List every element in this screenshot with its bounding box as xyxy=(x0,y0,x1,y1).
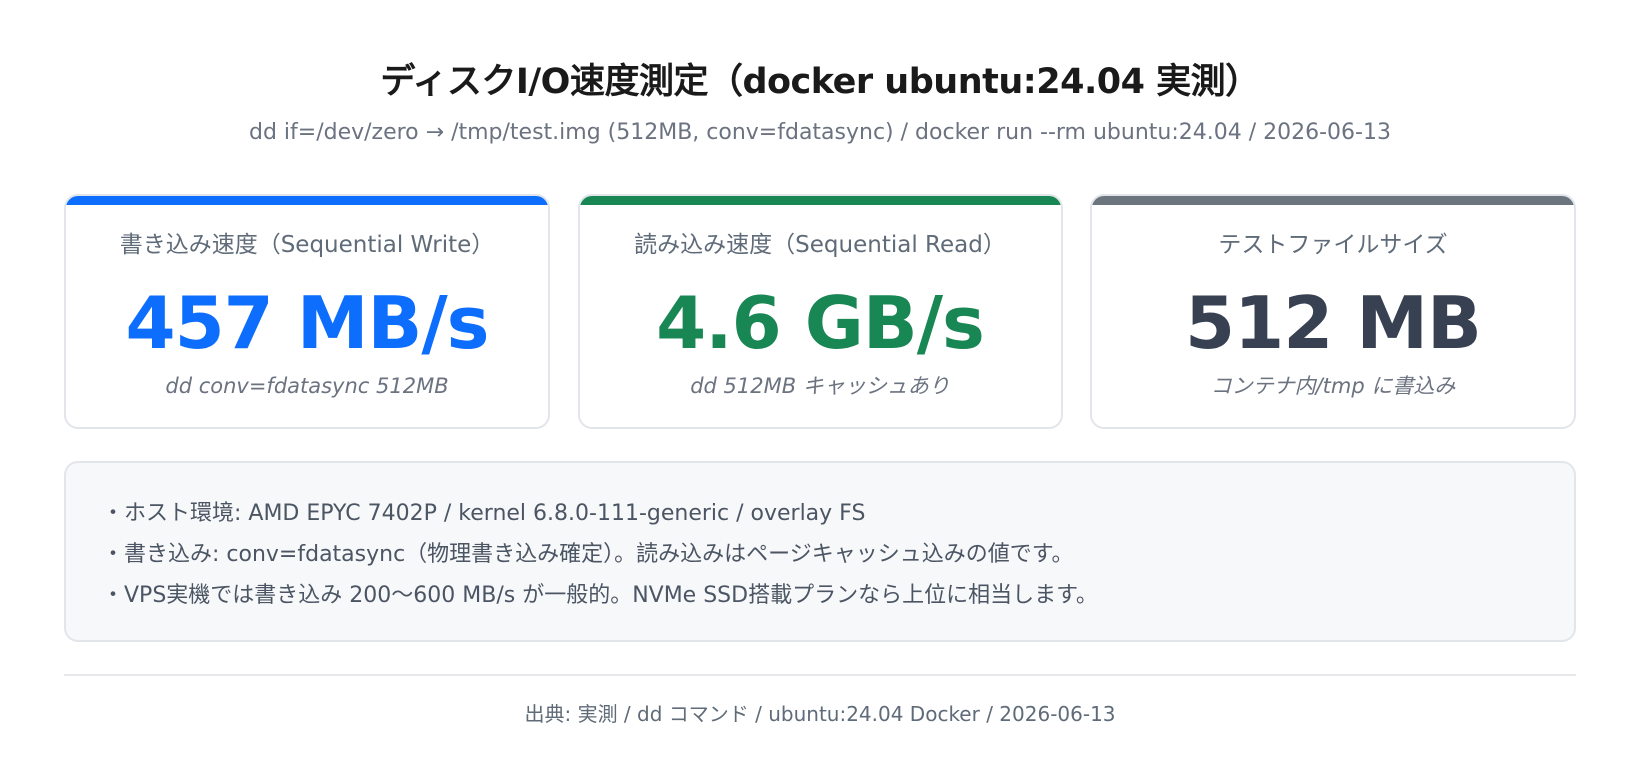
footer-divider xyxy=(64,674,1576,676)
write-speed-label: 書き込み速度（Sequential Write） xyxy=(119,232,495,258)
note-host-environment: ・ホスト環境: AMD EPYC 7402P / kernel 6.8.0-11… xyxy=(102,501,866,526)
file-size-card: テストファイルサイズ 512 MB コンテナ内/tmp に書込み xyxy=(1090,194,1576,429)
read-speed-note: dd 512MB キャッシュあり xyxy=(690,374,950,398)
metric-cards: 書き込み速度（Sequential Write） 457 MB/s dd con… xyxy=(64,194,1576,429)
file-size-label: テストファイルサイズ xyxy=(1218,232,1448,258)
read-speed-card: 読み込み速度（Sequential Read） 4.6 GB/s dd 512M… xyxy=(577,194,1063,429)
note-write-method: ・書き込み: conv=fdatasync（物理書き込み確定）。読み込みはページ… xyxy=(102,542,1074,567)
write-speed-value: 457 MB/s xyxy=(125,281,489,365)
file-size-note: コンテナ内/tmp に書込み xyxy=(1210,374,1456,398)
page: ディスクI/O速度測定（docker ubuntu:24.04 実測） dd i… xyxy=(0,0,1640,768)
file-size-card-accent-bar xyxy=(1092,196,1574,205)
write-card-accent-bar xyxy=(66,196,548,205)
page-subtitle: dd if=/dev/zero → /tmp/test.img (512MB, … xyxy=(248,120,1391,145)
source-citation: 出典: 実測 / dd コマンド / ubuntu:24.04 Docker /… xyxy=(524,702,1116,726)
file-size-value: 512 MB xyxy=(1185,281,1482,365)
page-title: ディスクI/O速度測定（docker ubuntu:24.04 実測） xyxy=(380,62,1260,102)
read-card-accent-bar xyxy=(579,196,1061,205)
notes-panel: ・ホスト環境: AMD EPYC 7402P / kernel 6.8.0-11… xyxy=(64,461,1576,642)
write-speed-note: dd conv=fdatasync 512MB xyxy=(165,374,449,398)
read-speed-value: 4.6 GB/s xyxy=(656,281,985,365)
note-vps-comparison: ・VPS実機では書き込み 200〜600 MB/s が一般的。NVMe SSD搭… xyxy=(102,583,1098,608)
read-speed-label: 読み込み速度（Sequential Read） xyxy=(634,232,1006,258)
write-speed-card: 書き込み速度（Sequential Write） 457 MB/s dd con… xyxy=(64,194,550,429)
